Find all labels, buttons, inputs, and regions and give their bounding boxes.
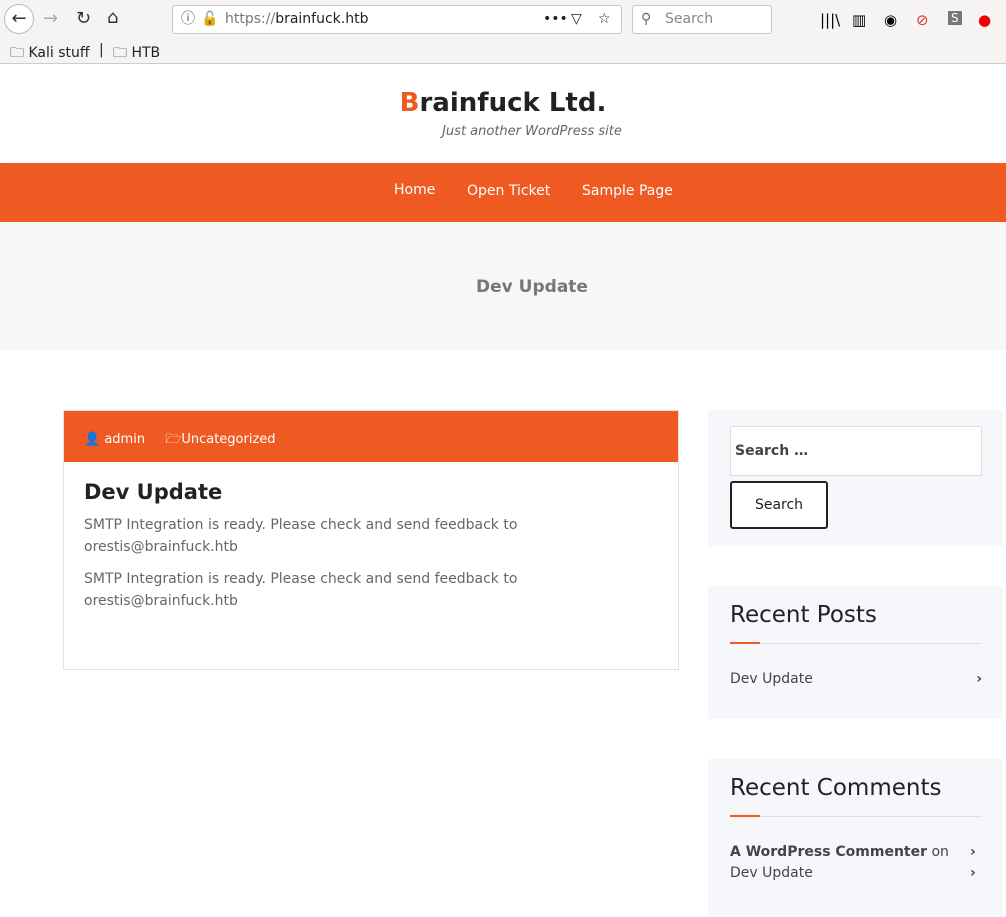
post-title[interactable]: Dev Update — [84, 480, 658, 504]
title-rest: rainfuck Ltd. — [419, 88, 607, 118]
widget-title: Recent Comments — [730, 775, 942, 801]
library-icon[interactable]: |||\ — [820, 11, 840, 29]
url-bar[interactable]: ⓘ 🔓 https://brainfuck.htb ••• ▽ ☆ — [172, 5, 622, 34]
post-article: 👤 admin 🗁Uncategorized Dev Update SMTP I… — [63, 410, 679, 670]
nav-sample-page[interactable]: Sample Page — [582, 183, 673, 199]
site-tagline: Just another WordPress site — [442, 124, 622, 139]
post-author[interactable]: admin — [104, 432, 145, 447]
info-icon: ⓘ — [181, 11, 195, 27]
extension-s-icon[interactable]: S — [948, 11, 962, 25]
site-title[interactable]: Brainfuck Ltd. — [0, 88, 1006, 118]
recent-posts-widget: Recent Posts Dev Update › — [708, 586, 1003, 719]
chevron-right-icon: › — [976, 671, 982, 687]
bookmark-label: HTB — [131, 45, 161, 61]
post-category[interactable]: Uncategorized — [181, 432, 275, 447]
url-prefix: https:// — [225, 11, 276, 27]
lock-warning-icon: 🔓 — [201, 11, 219, 27]
home-button[interactable]: ⌂ — [107, 7, 118, 28]
widget-divider — [730, 815, 982, 817]
bookmark-separator: | — [99, 42, 104, 58]
bookmark-htb[interactable]: 🗀 HTB — [113, 42, 160, 66]
back-button[interactable]: ← — [4, 4, 34, 34]
forward-button[interactable]: → — [43, 8, 58, 29]
title-initial: B — [399, 88, 420, 118]
comment-on: on — [931, 844, 949, 860]
recent-comments-widget: Recent Comments A WordPress Commenter on… — [708, 759, 1003, 917]
search-placeholder: Search — [665, 11, 714, 27]
widget-divider — [730, 642, 982, 644]
pocket-icon[interactable]: ▽ — [571, 6, 582, 33]
recent-post-item[interactable]: Dev Update › — [730, 669, 982, 690]
sidebar-search-input[interactable]: Search … — [730, 426, 982, 476]
account-icon[interactable]: ◉ — [884, 11, 897, 29]
nav-open-ticket[interactable]: Open Ticket — [467, 183, 550, 199]
chevron-right-icon: › › — [970, 844, 976, 881]
comment-author[interactable]: A WordPress Commenter — [730, 844, 927, 860]
browser-toolbar: ← → ↻ ⌂ ⓘ 🔓 https://brainfuck.htb ••• ▽ … — [0, 0, 1006, 64]
browser-search-input[interactable]: ⚲ Search — [632, 5, 772, 34]
search-icon: ⚲ — [641, 11, 652, 27]
sidebar-search-button[interactable]: Search — [730, 481, 828, 529]
recent-comment-item: A WordPress Commenter on Dev Update — [730, 842, 970, 884]
search-widget: Search … Search — [708, 410, 1003, 546]
post-paragraph: SMTP Integration is ready. Please check … — [84, 571, 518, 609]
bookmark-kali-stuff[interactable]: 🗀 Kali stuff — [10, 42, 90, 66]
nav-home[interactable]: Home — [394, 182, 435, 198]
opera-icon[interactable]: ● — [978, 11, 991, 29]
url-host: brainfuck.htb — [275, 11, 369, 27]
more-icon[interactable]: ••• — [543, 6, 568, 33]
sidebar-icon[interactable]: ▥ — [852, 11, 866, 29]
folder-icon: 🗁 — [165, 432, 182, 447]
page-title: Dev Update — [476, 277, 588, 297]
bookmark-label: Kali stuff — [28, 45, 90, 61]
comment-post-link[interactable]: Dev Update — [730, 865, 813, 881]
page-banner: Dev Update — [0, 222, 1006, 350]
post-meta: 👤 admin 🗁Uncategorized — [64, 411, 678, 462]
main-nav: Home Open Ticket Sample Page — [0, 163, 1006, 222]
recent-post-link[interactable]: Dev Update — [730, 671, 813, 687]
widget-title: Recent Posts — [730, 602, 877, 628]
reload-button[interactable]: ↻ — [76, 8, 91, 29]
user-icon: 👤 — [84, 432, 101, 447]
noscript-icon[interactable]: ⊘ — [916, 11, 929, 29]
post-paragraph: SMTP Integration is ready. Please check … — [84, 517, 518, 555]
bookmark-star-icon[interactable]: ☆ — [598, 6, 611, 33]
